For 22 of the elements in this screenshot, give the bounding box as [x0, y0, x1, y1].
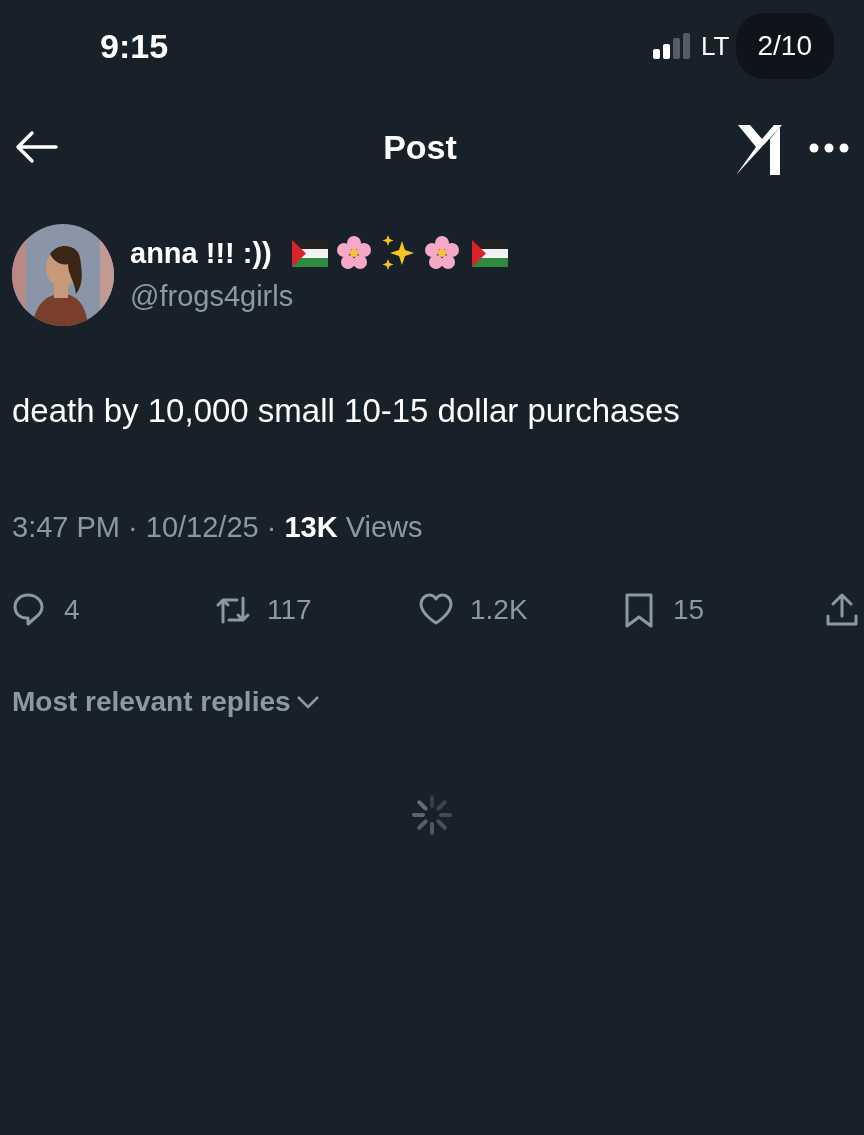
author-name: anna !!! :)) [130, 235, 272, 271]
page-title: Post [382, 126, 458, 168]
bookmark-button[interactable]: 15 [621, 589, 824, 631]
share-icon [824, 592, 860, 628]
repost-button[interactable]: 117 [215, 589, 418, 631]
author-handle[interactable]: @frogs4girls [130, 275, 508, 319]
flower-icon [423, 235, 460, 272]
back-arrow-icon [14, 130, 58, 164]
flower-icon [335, 235, 372, 272]
chevron-down-icon [294, 694, 321, 710]
network-label: LT [701, 29, 730, 63]
page-counter: 2/10 [735, 13, 834, 79]
post-meta: 3:47 PM · 10/12/25 · 13K Views [11, 509, 424, 545]
status-time: 9:15 [100, 25, 169, 67]
reply-button[interactable]: 4 [12, 589, 215, 631]
sort-dropdown[interactable]: Most relevant replies [12, 681, 321, 723]
like-button[interactable]: 1.2K [418, 589, 621, 631]
sparkles-icon [379, 235, 416, 272]
more-icon [808, 141, 850, 154]
post-text: death by 10,000 small 10-15 dollar purchases [11, 391, 681, 431]
share-button[interactable] [824, 592, 860, 628]
back-button[interactable] [14, 130, 58, 164]
